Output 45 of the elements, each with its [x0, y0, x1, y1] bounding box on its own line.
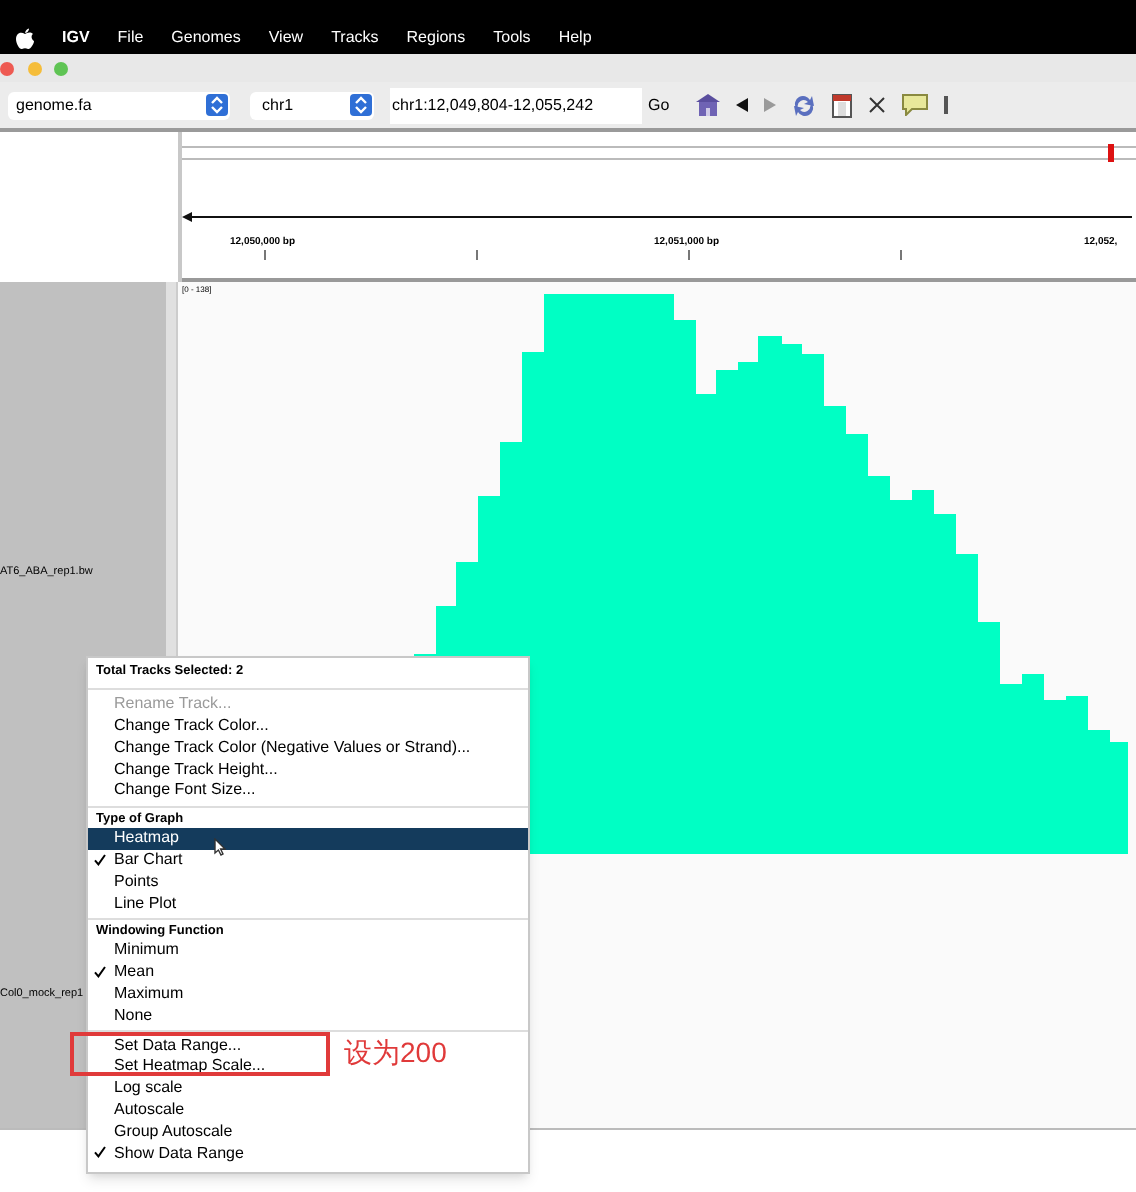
chromosome-dropdown[interactable]: chr1	[250, 91, 374, 119]
menu-item[interactable]: Genomes	[171, 26, 241, 50]
menu-item[interactable]: Autoscale	[88, 1099, 528, 1121]
refresh-icon[interactable]	[791, 93, 816, 117]
menu-item[interactable]: File	[117, 26, 144, 50]
checkmark-icon	[94, 1146, 106, 1159]
menu-item[interactable]: Regions	[406, 26, 466, 50]
collapse-icon[interactable]	[867, 96, 886, 114]
menu-item[interactable]: Change Font Size...	[88, 779, 528, 802]
menu-item[interactable]: Tools	[493, 26, 531, 50]
annotation-text: 设为200	[344, 1034, 447, 1072]
genome-dropdown[interactable]: genome.fa	[8, 91, 230, 119]
menu-item[interactable]: Log scale	[88, 1077, 528, 1099]
menu-item[interactable]: Minimum	[88, 939, 528, 962]
menu-item[interactable]: Bar Chart	[88, 849, 528, 871]
dropdown-stepper-icon	[350, 94, 372, 116]
menu-item[interactable]: Maximum	[88, 983, 528, 1005]
checkmark-icon	[94, 966, 106, 979]
home-icon[interactable]	[695, 94, 720, 116]
menu-item[interactable]: Points	[88, 870, 528, 893]
close-window-button[interactable]	[0, 61, 14, 75]
region-icon[interactable]	[831, 93, 852, 117]
menu-item[interactable]: Line Plot	[88, 892, 528, 914]
locus-field[interactable]: chr1:12,049,804-12,055,242	[390, 87, 642, 123]
speech-bubble-icon[interactable]	[901, 94, 928, 116]
menu-item[interactable]: Mean	[88, 961, 528, 984]
apple-logo-icon[interactable]	[16, 28, 34, 50]
menu-item[interactable]: None	[88, 1004, 528, 1027]
menu-item[interactable]: Tracks	[331, 26, 379, 50]
mouse-pointer-icon	[214, 838, 226, 856]
menu-item[interactable]: View	[268, 26, 304, 50]
menu-item[interactable]: Help	[558, 26, 592, 50]
menu-item[interactable]: Show Data Range	[88, 1142, 528, 1164]
app-menu[interactable]: IGV	[62, 26, 90, 50]
menu-item[interactable]: Change Track Color...	[88, 715, 528, 737]
menu-item[interactable]: Heatmap	[88, 827, 528, 850]
dropdown-stepper-icon	[206, 94, 228, 116]
coverage-bar	[1110, 742, 1128, 854]
menu-item[interactable]: Change Track Color (Negative Values or Strand)...	[88, 736, 528, 759]
go-button[interactable]: Go	[646, 87, 672, 123]
checkmark-icon	[94, 853, 106, 866]
menu-item[interactable]: Change Track Height...	[88, 758, 528, 780]
back-arrow-icon[interactable]	[735, 98, 748, 112]
menu-item[interactable]: Group Autoscale	[88, 1120, 528, 1143]
region-marker	[1108, 144, 1114, 162]
